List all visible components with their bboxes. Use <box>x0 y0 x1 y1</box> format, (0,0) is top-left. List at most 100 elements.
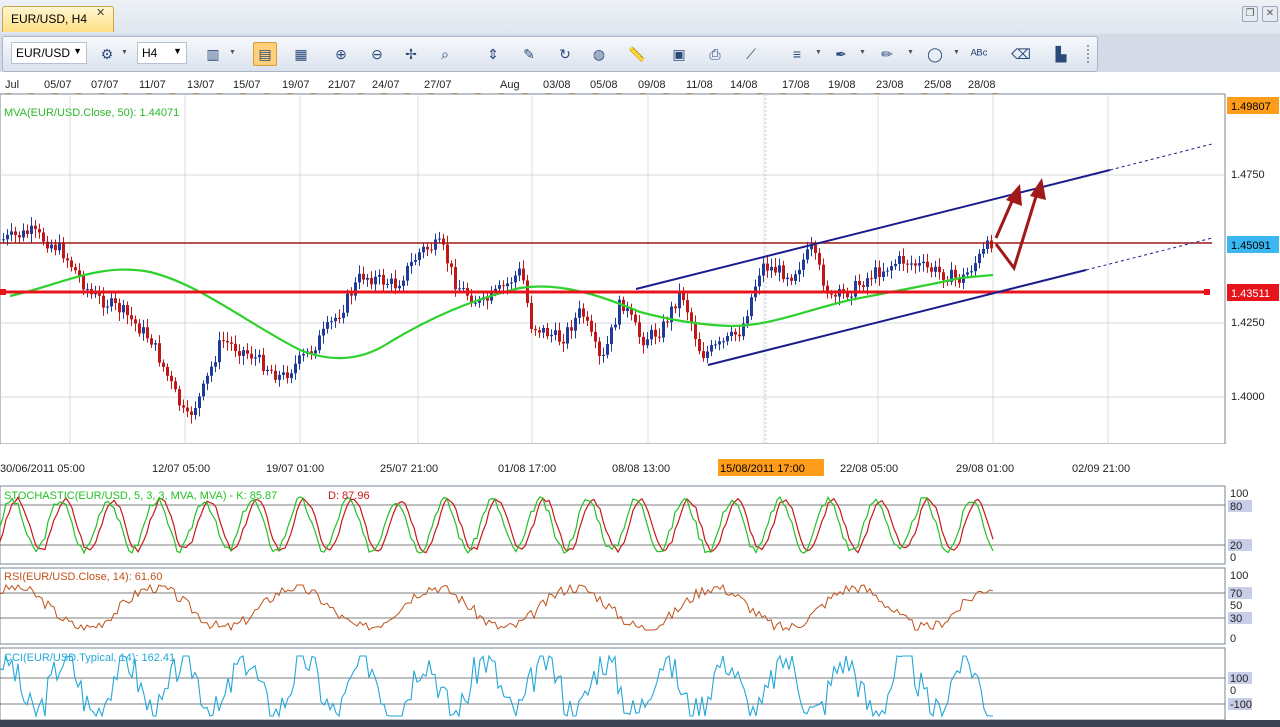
text-icon[interactable]: ᴬᴮᶜ <box>967 42 991 66</box>
candle-body <box>330 321 333 323</box>
bottom-axis-label: 01/08 17:00 <box>498 463 556 475</box>
candle-body <box>18 235 21 238</box>
candle-body <box>62 242 65 259</box>
top-axis-label: 19/08 <box>828 79 856 91</box>
crosshair-icon[interactable]: ✢ <box>399 42 423 66</box>
level-handle-right[interactable] <box>1204 289 1210 295</box>
candle-body <box>242 350 245 356</box>
candle-body <box>366 277 369 280</box>
symbol-select[interactable]: EUR/USD ▼ <box>11 42 87 64</box>
chevron-down-icon[interactable]: ▼ <box>953 49 960 56</box>
candle-body <box>450 263 453 268</box>
image-icon[interactable]: ▣ <box>667 42 691 66</box>
candle-body <box>894 263 897 267</box>
indicators-icon[interactable]: ▙ <box>1049 42 1073 66</box>
candle-body <box>426 246 429 250</box>
candle-body <box>534 328 537 331</box>
candle-body <box>510 282 513 284</box>
candle-body <box>270 369 273 371</box>
candle-body <box>582 308 585 317</box>
zoom-in-icon[interactable]: ⊕ <box>329 42 353 66</box>
chart-canvas[interactable]: Jul 05/07 07/07 11/07 13/07 15/07 19/07 21/07 24… <box>0 72 1280 727</box>
ellipse-icon[interactable]: ◯ <box>923 42 947 66</box>
crosshair-time-label: 15/08/2011 17:00 <box>720 463 805 475</box>
candle-body <box>106 306 109 308</box>
top-axis-label: 23/08 <box>876 79 904 91</box>
candle-body <box>610 327 613 345</box>
candle-body <box>258 354 261 358</box>
top-axis-label: 05/08 <box>590 79 618 91</box>
top-axis-label: Jul <box>5 79 19 91</box>
search-icon[interactable]: ⌕ <box>433 42 457 66</box>
candle-body <box>190 411 193 416</box>
eraser-icon[interactable]: ⌫ <box>1009 42 1033 66</box>
candle-body <box>794 274 797 281</box>
candle-body <box>246 350 249 354</box>
candle-body <box>814 244 817 254</box>
bar-chart-icon[interactable]: ▥ <box>201 42 225 66</box>
chevron-down-icon[interactable]: ▼ <box>229 49 236 56</box>
candle-body <box>662 321 665 338</box>
oscillator-tick-label: 70 <box>1230 588 1242 600</box>
candle-body <box>14 231 17 236</box>
timeframe-select[interactable]: H4 ▼ <box>137 42 187 64</box>
symbol-settings-icon[interactable]: ⚙ <box>95 42 119 66</box>
ruler-icon[interactable]: 📏 <box>625 42 649 66</box>
candle-body <box>418 252 421 260</box>
chevron-down-icon[interactable]: ▼ <box>859 49 866 56</box>
candle-body <box>918 263 921 266</box>
candle-body <box>98 293 101 296</box>
candle-body <box>770 266 773 271</box>
trend-line-icon[interactable]: ⟋ <box>739 42 763 66</box>
line-chart-icon[interactable]: ▦ <box>289 42 313 66</box>
candle-body <box>790 277 793 281</box>
candle-body <box>110 298 113 307</box>
candle-body <box>954 269 957 278</box>
horizontal-scrollbar[interactable] <box>0 720 1280 727</box>
globe-icon[interactable]: ◍ <box>587 42 611 66</box>
candlestick-chart-icon[interactable]: ▤ <box>253 42 277 66</box>
candle-body <box>314 350 317 354</box>
candle-body <box>514 275 517 283</box>
chevron-down-icon[interactable]: ▼ <box>907 49 914 56</box>
zoom-out-icon[interactable]: ⊖ <box>365 42 389 66</box>
close-window-icon[interactable]: ✕ <box>1262 6 1278 22</box>
candle-body <box>970 271 973 273</box>
toolbar-grip[interactable] <box>1087 45 1093 63</box>
candle-body <box>430 249 433 251</box>
candle-body <box>74 267 77 271</box>
candle-body <box>234 343 237 352</box>
oscillator-tick-label: 20 <box>1230 540 1242 552</box>
refresh-icon[interactable]: ↻ <box>553 42 577 66</box>
rsi-axis-labels: 100 705030 0 <box>1228 570 1252 645</box>
candle-body <box>974 263 977 272</box>
chevron-down-icon[interactable]: ▼ <box>815 49 822 56</box>
brush-icon[interactable]: ✏ <box>875 42 899 66</box>
candle-body <box>858 280 861 286</box>
channel-icon[interactable]: ≡ <box>785 42 809 66</box>
candle-body <box>538 330 541 333</box>
candle-body <box>66 258 69 261</box>
candle-body <box>170 375 173 382</box>
draw-icon[interactable]: ✎ <box>517 42 541 66</box>
print-icon[interactable]: ⎙ <box>703 42 727 66</box>
candle-body <box>194 408 197 416</box>
level-handle-left[interactable] <box>0 289 6 295</box>
candle-body <box>766 263 769 271</box>
candle-body <box>506 283 509 287</box>
candle-body <box>166 366 169 376</box>
candle-body <box>374 276 377 285</box>
chevron-down-icon[interactable]: ▼ <box>121 49 128 56</box>
candle-body <box>398 285 401 289</box>
oscillator-tick-label: 100 <box>1230 673 1248 685</box>
restore-window-icon[interactable]: ❐ <box>1242 6 1258 22</box>
candle-body <box>78 270 81 276</box>
candle-body <box>274 370 277 380</box>
pen-icon[interactable]: ✒ <box>829 42 853 66</box>
vertical-line-icon[interactable]: ⇕ <box>481 42 505 66</box>
bottom-axis-label: 22/08 05:00 <box>840 463 898 475</box>
candle-body <box>578 308 581 318</box>
trading-app: EUR/USD, H4 ✕ ❐ ✕ EUR/USD ▼ ⚙ ▼ H4 ▼ ▥ ▼ ▤… <box>0 0 1280 727</box>
tab-close-icon[interactable]: ✕ <box>96 6 105 19</box>
candle-body <box>818 253 821 265</box>
